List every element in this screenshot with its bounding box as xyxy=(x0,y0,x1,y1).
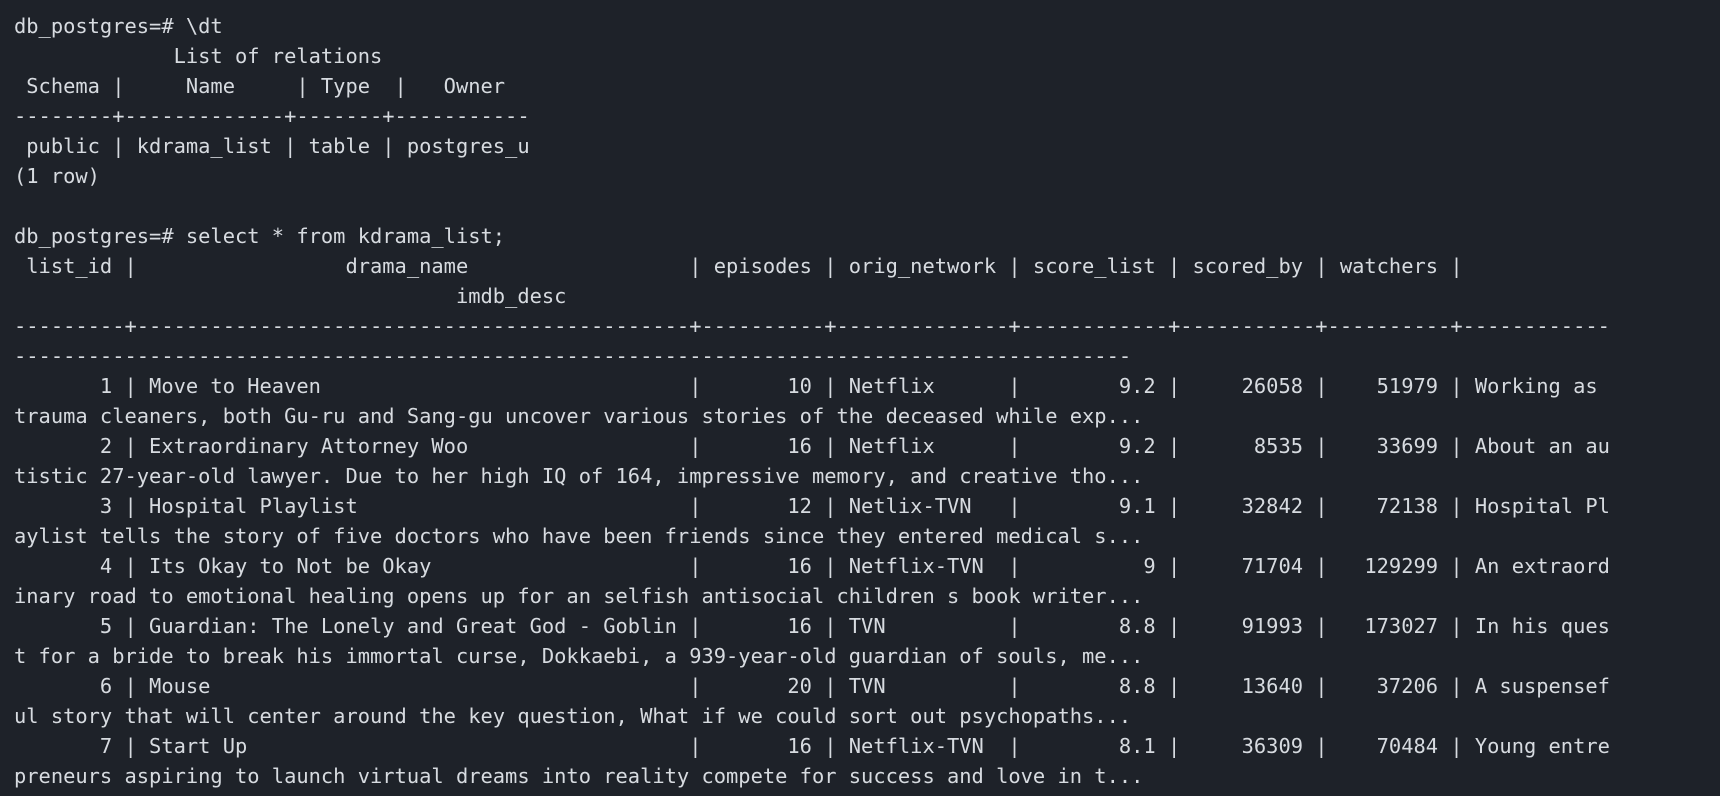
terminal-line: db_postgres=# select * from kdrama_list; xyxy=(14,224,506,248)
terminal-line: public | kdrama_list | table | postgres_… xyxy=(14,134,530,158)
terminal-window[interactable]: db_postgres=# \dt List of relations Sche… xyxy=(0,0,1720,796)
terminal-line: tistic 27-year-old lawyer. Due to her hi… xyxy=(14,464,1144,488)
terminal-line: Schema | Name | Type | Owner xyxy=(14,74,506,98)
terminal-line: 4 | Its Okay to Not be Okay | 16 | Netfl… xyxy=(14,554,1610,578)
terminal-line: db_postgres=# \dt xyxy=(14,14,223,38)
terminal-line: aylist tells the story of five doctors w… xyxy=(14,524,1144,548)
terminal-line: 6 | Mouse | 20 | TVN | 8.8 | 13640 | 372… xyxy=(14,674,1610,698)
terminal-line: t for a bride to break his immortal curs… xyxy=(14,644,1144,668)
terminal-line: imdb_desc xyxy=(14,284,567,308)
terminal-line: ----------------------------------------… xyxy=(14,344,1132,368)
terminal-line: 3 | Hospital Playlist | 12 | Netlix-TVN … xyxy=(14,494,1610,518)
terminal-line: 7 | Start Up | 16 | Netflix-TVN | 8.1 | … xyxy=(14,734,1610,758)
terminal-line: 1 | Move to Heaven | 10 | Netflix | 9.2 … xyxy=(14,374,1598,398)
terminal-line: --------+-------------+-------+---------… xyxy=(14,104,530,128)
terminal-line: 5 | Guardian: The Lonely and Great God -… xyxy=(14,614,1610,638)
terminal-line: list_id | drama_name | episodes | orig_n… xyxy=(14,254,1463,278)
terminal-line: trauma cleaners, both Gu-ru and Sang-gu … xyxy=(14,404,1144,428)
terminal-line: ul story that will center around the key… xyxy=(14,704,1132,728)
terminal-line: preneurs aspiring to launch virtual drea… xyxy=(14,764,1144,788)
terminal-line: ---------+------------------------------… xyxy=(14,314,1610,338)
terminal-line: | | | | | | | xyxy=(14,791,1720,796)
terminal-line: inary road to emotional healing opens up… xyxy=(14,584,1144,608)
terminal-line: 2 | Extraordinary Attorney Woo | 16 | Ne… xyxy=(14,434,1610,458)
terminal-line: List of relations xyxy=(14,44,383,68)
terminal-line: (1 row) xyxy=(14,164,100,188)
